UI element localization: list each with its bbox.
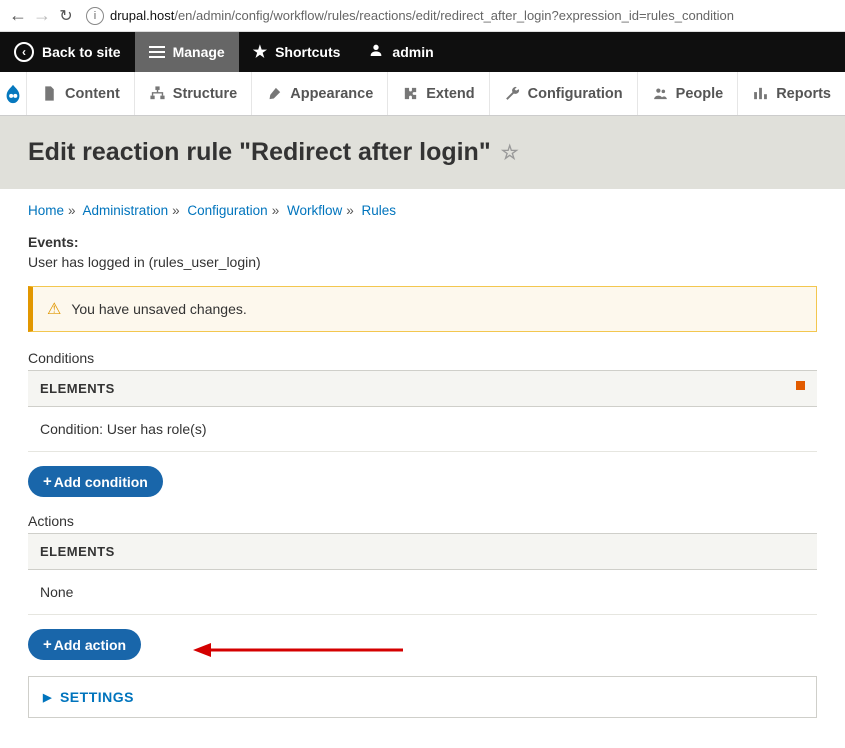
admin-menu-configuration[interactable]: Configuration	[490, 72, 638, 115]
add-condition-label: Add condition	[54, 474, 148, 490]
browser-forward-button: →	[30, 4, 54, 28]
elements-header-text: ELEMENTS	[40, 381, 115, 396]
back-arrow-icon: ‹	[14, 42, 34, 62]
admin-menu-label: Appearance	[290, 86, 373, 102]
warning-message: ⚠ You have unsaved changes.	[28, 286, 817, 332]
admin-menu-label: Extend	[426, 86, 474, 102]
user-label: admin	[392, 44, 433, 60]
actions-label: Actions	[28, 513, 817, 529]
breadcrumb-link[interactable]: Home	[28, 203, 64, 218]
shortcuts-label: Shortcuts	[275, 44, 340, 60]
elements-header-text: ELEMENTS	[40, 544, 115, 559]
events-label: Events:	[28, 234, 817, 250]
drupal-logo[interactable]	[0, 72, 27, 115]
admin-menu-appearance[interactable]: Appearance	[252, 72, 388, 115]
breadcrumb-link[interactable]: Configuration	[187, 203, 267, 218]
admin-menu-extend[interactable]: Extend	[388, 72, 489, 115]
actions-table-header: ELEMENTS	[28, 533, 817, 570]
paintbrush-icon	[266, 85, 283, 102]
shortcut-star-icon[interactable]: ☆	[501, 140, 519, 165]
puzzle-icon	[402, 85, 419, 102]
admin-menu-structure[interactable]: Structure	[135, 72, 252, 115]
document-icon	[41, 85, 58, 102]
browser-back-button[interactable]: ←	[6, 4, 30, 28]
settings-label: SETTINGS	[60, 689, 134, 705]
hierarchy-icon	[149, 85, 166, 102]
plus-icon: +	[43, 473, 52, 490]
admin-menu-label: Content	[65, 86, 120, 102]
breadcrumb: Home» Administration» Configuration» Wor…	[28, 203, 817, 218]
page-content: Home» Administration» Configuration» Wor…	[0, 189, 845, 748]
breadcrumb-link[interactable]: Administration	[83, 203, 169, 218]
breadcrumb-link[interactable]: Rules	[362, 203, 397, 218]
admin-menu: Content Structure Appearance Extend Conf…	[0, 72, 845, 116]
page-title-text: Edit reaction rule "Redirect after login…	[28, 138, 491, 167]
people-icon	[652, 85, 669, 102]
bar-chart-icon	[752, 85, 769, 102]
disclosure-triangle-icon: ▶	[43, 691, 52, 704]
browser-chrome: ← → ↻ i drupal.host/en/admin/config/work…	[0, 0, 845, 32]
add-action-button[interactable]: +Add action	[28, 629, 141, 660]
star-icon: ★	[253, 42, 267, 62]
page-header: Edit reaction rule "Redirect after login…	[0, 116, 845, 189]
events-text: User has logged in (rules_user_login)	[28, 254, 817, 270]
annotation-arrow-icon	[193, 638, 403, 662]
admin-menu-content[interactable]: Content	[27, 72, 135, 115]
person-icon	[368, 42, 384, 63]
shortcuts-link[interactable]: ★ Shortcuts	[239, 32, 355, 72]
admin-menu-people[interactable]: People	[638, 72, 739, 115]
manage-toggle[interactable]: Manage	[135, 32, 239, 72]
condition-row[interactable]: Condition: User has role(s)	[28, 407, 817, 452]
manage-label: Manage	[173, 44, 225, 60]
admin-menu-label: Configuration	[528, 86, 623, 102]
add-condition-button[interactable]: +Add condition	[28, 466, 163, 497]
page-title: Edit reaction rule "Redirect after login…	[28, 138, 817, 167]
conditions-table-header: ELEMENTS	[28, 370, 817, 407]
settings-details[interactable]: ▶ SETTINGS	[28, 676, 817, 718]
admin-menu-label: Structure	[173, 86, 237, 102]
user-menu[interactable]: admin	[354, 32, 447, 72]
warning-icon: ⚠	[47, 299, 61, 319]
drupal-toolbar: ‹ Back to site Manage ★ Shortcuts admin	[0, 32, 845, 72]
admin-menu-reports[interactable]: Reports	[738, 72, 845, 115]
hamburger-icon	[149, 46, 165, 58]
browser-reload-button[interactable]: ↻	[54, 4, 78, 28]
url-path: /en/admin/config/workflow/rules/reaction…	[174, 8, 734, 23]
wrench-icon	[504, 85, 521, 102]
operations-indicator-icon	[796, 381, 805, 390]
conditions-label: Conditions	[28, 350, 817, 366]
site-info-icon[interactable]: i	[86, 7, 104, 25]
url-host: drupal.host	[110, 8, 174, 23]
plus-icon: +	[43, 636, 52, 653]
admin-menu-label: Reports	[776, 86, 831, 102]
breadcrumb-link[interactable]: Workflow	[287, 203, 342, 218]
url-bar[interactable]: i drupal.host/en/admin/config/workflow/r…	[86, 4, 839, 28]
admin-menu-label: People	[676, 86, 724, 102]
add-action-label: Add action	[54, 637, 126, 653]
back-to-site-link[interactable]: ‹ Back to site	[0, 32, 135, 72]
warning-text: You have unsaved changes.	[71, 301, 246, 317]
action-row-empty: None	[28, 570, 817, 615]
back-to-site-label: Back to site	[42, 44, 121, 60]
